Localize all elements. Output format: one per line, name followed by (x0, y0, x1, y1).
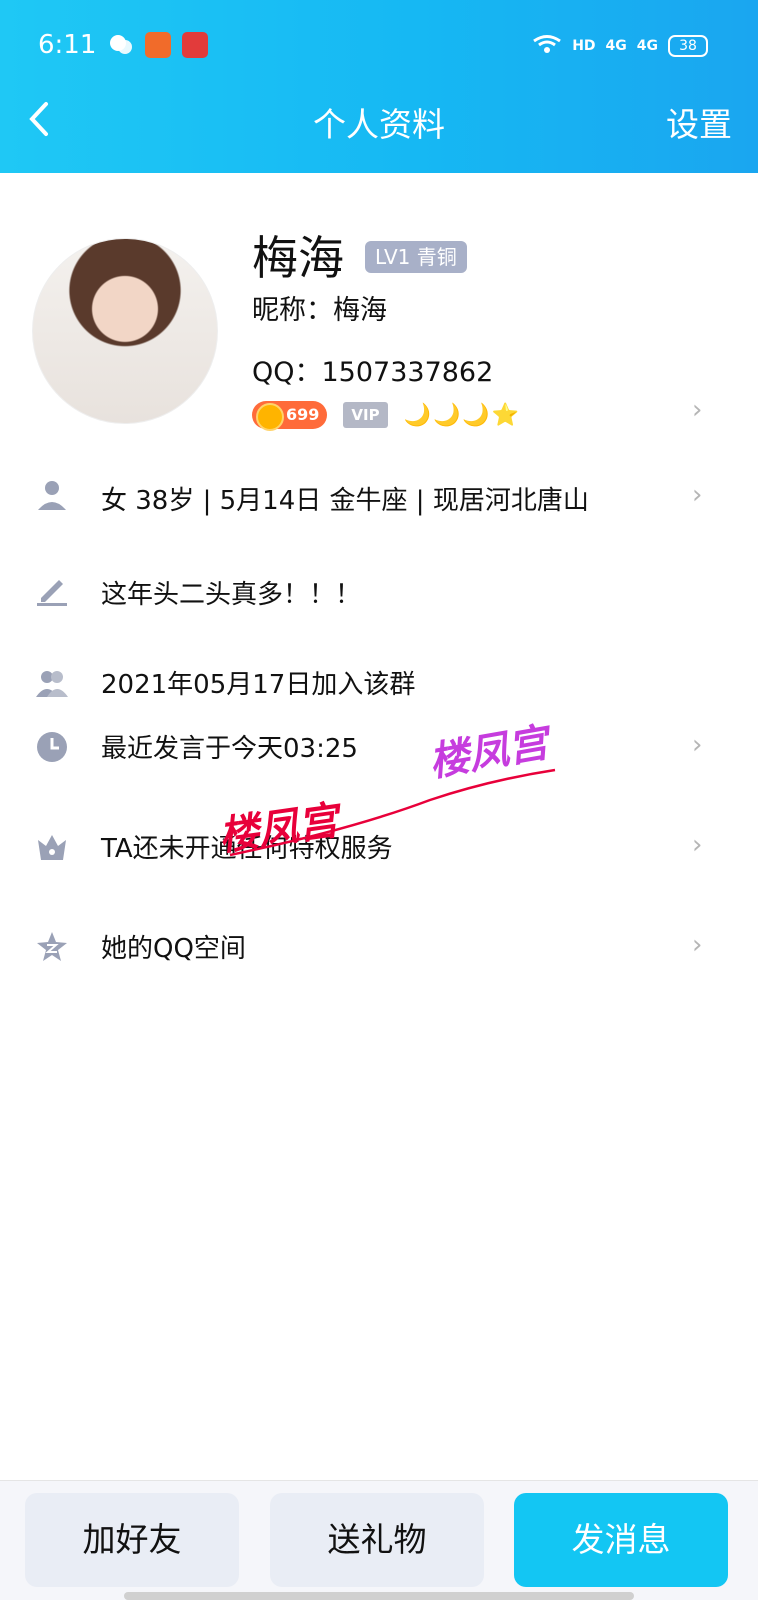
person-icon (35, 478, 69, 512)
list-item-join-date: 2021年05月17日加入该群 (0, 662, 758, 722)
list-item-qzone[interactable]: 她的QQ空间 › (0, 926, 758, 986)
app-notification-icon (145, 32, 171, 58)
coin-badge[interactable]: 699 (252, 401, 328, 431)
vip-badge[interactable]: VIP (343, 402, 388, 428)
status-bar: 6:11 HD 4G 4G 38 (0, 0, 758, 92)
wifi-icon (532, 34, 562, 58)
badges-row: 699 VIP 🌙🌙🌙⭐ (252, 400, 522, 431)
status-time: 6:11 (38, 30, 97, 60)
chevron-right-icon[interactable]: › (692, 395, 710, 425)
avatar[interactable] (32, 238, 218, 424)
chevron-right-icon[interactable]: › (692, 830, 710, 860)
list-item-signature: 这年头二头真多！！！ (0, 568, 758, 628)
list-item-text: 这年头二头真多！！！ (101, 580, 362, 610)
level-icons: 🌙🌙🌙⭐ (403, 402, 522, 428)
profile-name: 梅海 (252, 231, 344, 285)
wechat-icon (108, 32, 134, 58)
chevron-right-icon[interactable]: › (692, 730, 710, 760)
qzone-star-icon (35, 930, 69, 964)
hd-indicator: HD (572, 38, 596, 54)
level-badge[interactable]: LV1 青铜 (365, 241, 467, 273)
nickname-text: 昵称：梅海 (252, 295, 387, 326)
add-friend-button[interactable]: 加好友 (25, 1493, 239, 1587)
status-right-icons: HD 4G 4G 38 (532, 32, 708, 60)
qq-number-text: QQ：1507337862 (252, 357, 494, 388)
signal-4g-icon: 4G (636, 38, 658, 54)
list-item-text: 她的QQ空间 (101, 934, 246, 964)
crown-icon (35, 830, 69, 864)
clock-icon (35, 730, 69, 764)
list-item-text: 2021年05月17日加入该群 (101, 670, 416, 700)
watermark-swoosh (230, 768, 556, 857)
chevron-right-icon[interactable]: › (692, 480, 710, 510)
app-notification-icon (182, 32, 208, 58)
home-indicator (124, 1592, 634, 1600)
chevron-right-icon[interactable]: › (692, 930, 710, 960)
send-message-button[interactable]: 发消息 (514, 1493, 728, 1587)
group-icon (35, 666, 69, 700)
list-item-text: 女 38岁 | 5月14日 金牛座 | 现居河北唐山 (101, 486, 589, 516)
signal-4g-icon: 4G (605, 38, 627, 54)
page-title: 个人资料 (313, 105, 445, 144)
battery-icon: 38 (668, 35, 708, 57)
top-header: 6:11 HD 4G 4G 38 个人资料 设置 (0, 0, 758, 173)
list-item-basic-info[interactable]: 女 38岁 | 5月14日 金牛座 | 现居河北唐山 › (0, 474, 758, 534)
pencil-icon (35, 572, 69, 606)
send-gift-button[interactable]: 送礼物 (270, 1493, 484, 1587)
settings-button[interactable]: 设置 (666, 98, 732, 146)
